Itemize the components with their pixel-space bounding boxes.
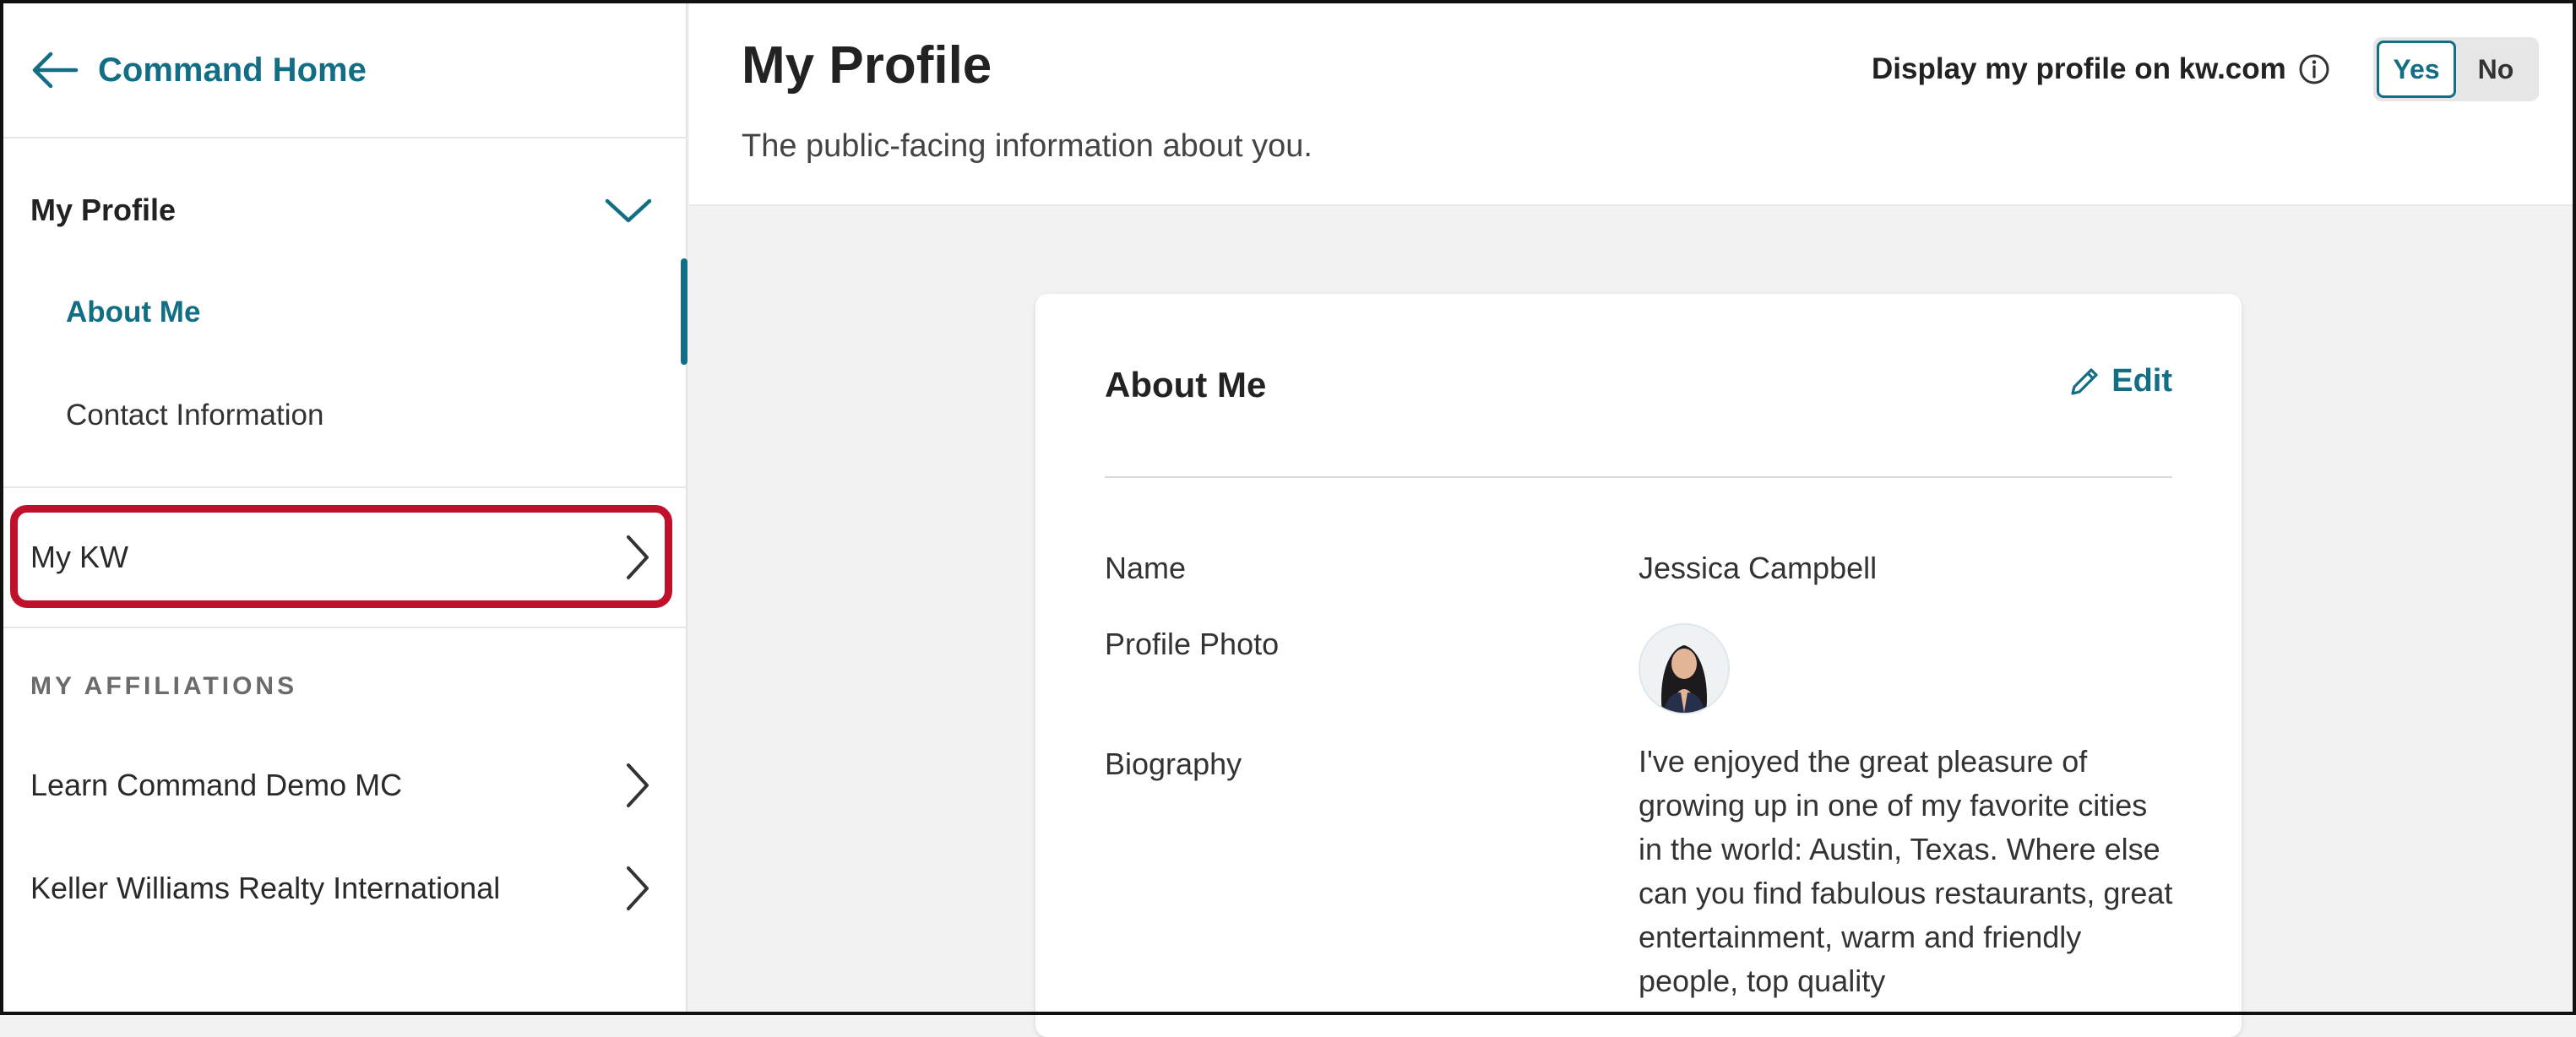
info-icon[interactable]	[2298, 53, 2330, 85]
chevron-right-icon	[627, 866, 649, 910]
sidebar-item-my-kw[interactable]: My KW	[30, 524, 652, 591]
profile-photo-label: Profile Photo	[1105, 627, 1280, 661]
biography-label: Biography	[1105, 747, 1242, 781]
sidebar-item-label: Keller Williams Realty International	[30, 871, 501, 905]
command-home-link[interactable]: Command Home	[30, 41, 367, 100]
display-profile-label: Display my profile on kw.com	[1872, 52, 2330, 86]
display-profile-toggle: Yes No	[2373, 37, 2539, 101]
divider	[0, 137, 687, 138]
about-me-card: About Me Edit Name Jessica Campbell Prof…	[1035, 294, 2242, 1037]
page-header: My Profile The public-facing information…	[689, 3, 2573, 206]
section-title: My Profile	[30, 193, 177, 227]
name-label: Name	[1105, 551, 1187, 585]
sidebar-item-contact-information[interactable]: Contact Information	[66, 399, 323, 432]
display-profile-text: Display my profile on kw.com	[1872, 52, 2286, 85]
chevron-right-icon	[627, 535, 649, 579]
sidebar-item-about-me[interactable]: About Me	[66, 296, 200, 329]
name-value: Jessica Campbell	[1639, 551, 1878, 585]
divider	[0, 486, 687, 488]
card-divider	[1105, 476, 2172, 478]
divider	[0, 627, 687, 628]
edit-label: Edit	[2111, 363, 2172, 399]
edit-button[interactable]: Edit	[2068, 363, 2172, 399]
profile-photo-image	[1640, 625, 1728, 713]
toggle-yes-button[interactable]: Yes	[2377, 41, 2456, 98]
chevron-right-icon	[627, 763, 649, 807]
pencil-icon	[2071, 367, 2098, 395]
card-title: About Me	[1105, 365, 1267, 404]
arrow-left-icon	[32, 52, 79, 89]
sidebar-item-affiliation[interactable]: Learn Command Demo MC	[30, 752, 652, 819]
affiliations-heading: MY AFFILIATIONS	[30, 672, 298, 700]
sidebar: Command Home My Profile About Me Contact…	[0, 0, 687, 1015]
toggle-no-button[interactable]: No	[2456, 41, 2535, 98]
command-home-label: Command Home	[98, 51, 367, 89]
active-indicator	[681, 258, 687, 365]
avatar	[1639, 623, 1730, 714]
sidebar-item-label: My KW	[30, 540, 128, 574]
my-profile-section-toggle[interactable]: My Profile	[30, 181, 652, 240]
chevron-down-icon	[605, 198, 652, 223]
sidebar-item-affiliation[interactable]: Keller Williams Realty International	[30, 855, 652, 922]
sidebar-item-label: Learn Command Demo MC	[30, 768, 403, 802]
biography-value: I've enjoyed the great pleasure of growi…	[1639, 744, 2173, 998]
page-subtitle: The public-facing information about you.	[742, 128, 1312, 164]
page-title: My Profile	[742, 36, 992, 95]
